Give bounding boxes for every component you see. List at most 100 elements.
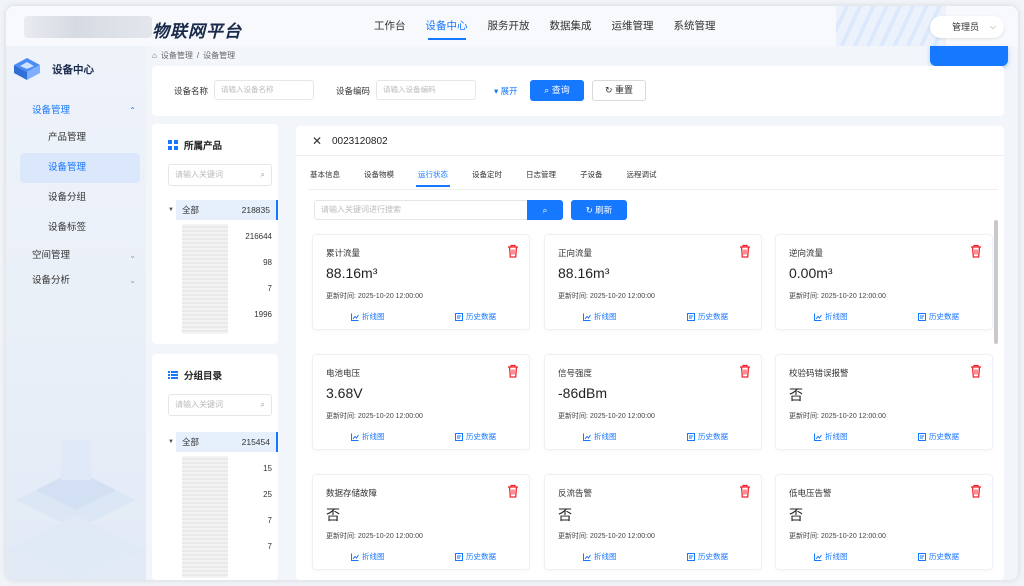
group-panel-title: 分组目录 (168, 368, 222, 382)
top-nav: 工作台 设备中心 服务开放 数据集成 运维管理 系统管理 (364, 6, 726, 46)
delete-icon[interactable] (507, 244, 519, 258)
history-label: 历史数据 (698, 552, 728, 561)
delete-icon[interactable] (970, 484, 982, 498)
device-code-input[interactable]: 请输入设备编码 (376, 80, 476, 100)
nav-workbench[interactable]: 工作台 (364, 6, 416, 46)
delete-icon[interactable] (507, 364, 519, 378)
tree-item-count: 25 (263, 490, 272, 499)
history-data-link[interactable]: 历史数据 (918, 551, 959, 562)
history-data-link[interactable]: 历史数据 (918, 431, 959, 442)
group-search-placeholder: 请输入关键词 (175, 400, 223, 409)
tab-sub-device[interactable]: 子设备 (580, 166, 603, 184)
caret-down-icon: ▾ (494, 86, 499, 96)
group-tree-root[interactable]: ▼ 全部 215454 (168, 432, 278, 452)
card-value: 3.68V (326, 385, 363, 401)
tab-log-management[interactable]: 日志管理 (526, 166, 556, 184)
close-icon[interactable]: ✕ (312, 134, 322, 148)
product-search-input[interactable]: 请输入关键词 ⌕ (168, 164, 272, 186)
detail-tabs: 基本信息 设备物模 运行状态 设备定时 日志管理 子设备 远程调试 (310, 166, 681, 187)
expand-button[interactable]: ▾ 展开 (494, 85, 518, 97)
history-data-link[interactable]: 历史数据 (687, 431, 728, 442)
status-search-input[interactable]: 请输入关键词进行搜索 (314, 200, 528, 220)
time-value: 2025-10-20 12:00:00 (820, 413, 886, 420)
scrollbar[interactable] (994, 220, 998, 344)
line-chart-link[interactable]: 折线图 (583, 311, 617, 322)
expand-label: 展开 (500, 86, 518, 96)
delete-icon[interactable] (739, 244, 751, 258)
card-update-time: 更新时间: 2025-10-20 12:00:00 (326, 411, 423, 421)
delete-icon[interactable] (739, 484, 751, 498)
line-chart-link[interactable]: 折线图 (351, 311, 385, 322)
line-chart-link[interactable]: 折线图 (351, 551, 385, 562)
nav-service-open[interactable]: 服务开放 (478, 6, 540, 46)
caret-down-icon[interactable]: ▼ (168, 200, 174, 220)
device-detail-panel: ✕ 0023120802 基本信息 设备物模 运行状态 设备定时 日志管理 子设… (296, 126, 1004, 580)
search-icon[interactable]: ⌕ (261, 165, 265, 185)
device-name-input[interactable]: 请输入设备名称 (214, 80, 314, 100)
card-update-time: 更新时间: 2025-10-20 12:00:00 (326, 291, 423, 301)
caret-down-icon[interactable]: ▼ (168, 432, 174, 452)
time-prefix: 更新时间: (789, 293, 819, 300)
nav-ops-management[interactable]: 运维管理 (602, 6, 664, 46)
tab-device-timer[interactable]: 设备定时 (472, 166, 502, 184)
delete-icon[interactable] (970, 244, 982, 258)
reset-button[interactable]: ↻ 重置 (592, 80, 646, 101)
breadcrumb-item[interactable]: 设备管理 (161, 50, 193, 61)
product-panel-title: 所属产品 (168, 138, 222, 152)
line-chart-label: 折线图 (825, 552, 848, 561)
sidebar-item-device-tag[interactable]: 设备标签 (6, 213, 146, 243)
tree-root-label: 全部 (182, 437, 200, 447)
nav-data-integration[interactable]: 数据集成 (540, 6, 602, 46)
tree-root-label: 全部 (182, 205, 200, 215)
search-form: 设备名称 请输入设备名称 设备编码 请输入设备编码 ▾ 展开 ⌕ 查询 ↻ 重置 (152, 66, 1004, 116)
status-search-button[interactable]: ⌕ (527, 200, 563, 220)
group-search-input[interactable]: 请输入关键词 ⌕ (168, 394, 272, 416)
card-value: 否 (558, 507, 572, 523)
tree-item-count: 7 (267, 542, 272, 551)
tab-basic-info[interactable]: 基本信息 (310, 166, 340, 184)
query-button[interactable]: ⌕ 查询 (530, 80, 584, 101)
line-chart-link[interactable]: 折线图 (814, 551, 848, 562)
list-icon (168, 371, 178, 379)
tree-item-count: 7 (267, 516, 272, 525)
search-icon: ⌕ (542, 205, 548, 215)
sidebar-item-device-group[interactable]: 设备分组 (6, 183, 146, 213)
search-icon[interactable]: ⌕ (261, 395, 265, 415)
history-data-link[interactable]: 历史数据 (455, 551, 496, 562)
sidebar-item-device-analysis[interactable]: 设备分析 ⌄ (6, 268, 146, 293)
card-value: 88.16m³ (326, 265, 378, 281)
sidebar-item-device-management-group[interactable]: 设备管理 ⌃ (6, 98, 146, 123)
tab-device-model[interactable]: 设备物模 (364, 166, 394, 184)
nav-device-center[interactable]: 设备中心 (416, 6, 478, 46)
history-data-link[interactable]: 历史数据 (455, 311, 496, 322)
query-label: 查询 (551, 85, 570, 95)
home-icon[interactable]: ⌂ (152, 51, 157, 60)
tab-running-status[interactable]: 运行状态 (416, 166, 450, 187)
history-data-link[interactable]: 历史数据 (687, 311, 728, 322)
sidebar-item-device-management[interactable]: 设备管理 (20, 153, 140, 183)
tab-remote-debug[interactable]: 远程调试 (627, 166, 657, 184)
line-chart-link[interactable]: 折线图 (351, 431, 385, 442)
line-chart-link[interactable]: 折线图 (583, 551, 617, 562)
tree-root-count: 218835 (241, 205, 270, 215)
blurred-tree-items (182, 224, 228, 334)
history-data-link[interactable]: 历史数据 (455, 431, 496, 442)
history-data-link[interactable]: 历史数据 (918, 311, 959, 322)
sidebar-item-product-management[interactable]: 产品管理 (6, 123, 146, 153)
history-data-link[interactable]: 历史数据 (687, 551, 728, 562)
line-chart-link[interactable]: 折线图 (814, 311, 848, 322)
line-chart-link[interactable]: 折线图 (583, 431, 617, 442)
nav-system-management[interactable]: 系统管理 (664, 6, 726, 46)
delete-icon[interactable] (507, 484, 519, 498)
sidebar-item-space-management[interactable]: 空间管理 ⌄ (6, 243, 146, 268)
history-label: 历史数据 (466, 312, 496, 321)
user-menu[interactable]: 管理员 ⌵ (930, 16, 1004, 38)
delete-icon[interactable] (739, 364, 751, 378)
history-label: 历史数据 (698, 432, 728, 441)
product-tree-root[interactable]: ▼ 全部 218835 (168, 200, 278, 220)
line-chart-link[interactable]: 折线图 (814, 431, 848, 442)
refresh-button[interactable]: ↻ 刷新 (571, 200, 627, 220)
delete-icon[interactable] (970, 364, 982, 378)
history-icon (455, 312, 463, 321)
card-value: 否 (789, 387, 803, 403)
